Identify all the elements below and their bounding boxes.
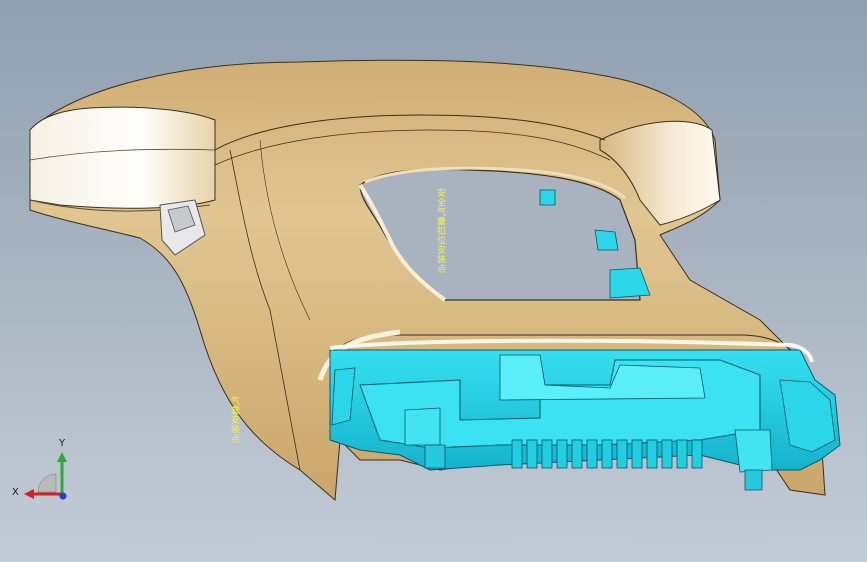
- annotation-airbag-clip-mount: 安全气囊扣位安装点: [435, 188, 445, 274]
- coordinate-triad-icon: Y X: [10, 438, 80, 508]
- annotation-airbag-mount: 气囊安装点: [229, 396, 239, 444]
- axis-x-label: X: [12, 487, 19, 498]
- axis-y-label: Y: [59, 438, 66, 449]
- steering-wheel-cover-model[interactable]: [0, 0, 867, 562]
- shell-left-lobe: [29, 106, 216, 209]
- coordinate-triad-graphic: [24, 452, 67, 500]
- cad-3d-viewport[interactable]: 安全气囊扣位安装点 气囊安装点 Y X: [0, 0, 867, 562]
